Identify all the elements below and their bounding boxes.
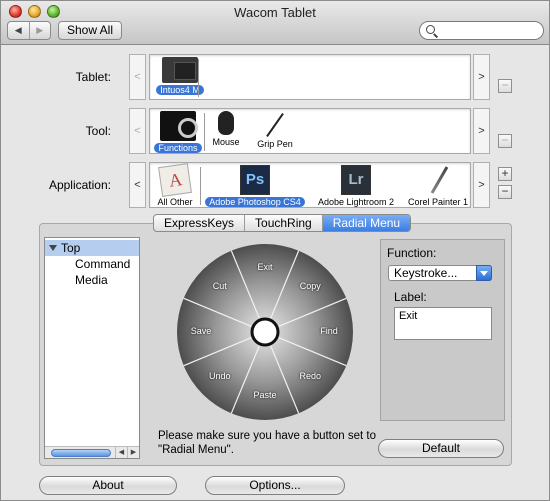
application-row-label: Application: <box>48 178 111 192</box>
forward-button[interactable]: ▶ <box>28 22 51 39</box>
application-item-photoshop[interactable]: Ps Adobe Photoshop CS4 <box>203 165 307 207</box>
tool-strip: Functions Mouse Grip Pen <box>149 108 471 154</box>
tool-item-label: Functions <box>154 143 202 153</box>
scroll-left-arrow-icon[interactable]: ◀ <box>115 447 127 458</box>
tree-item-label: Media <box>75 273 108 287</box>
application-item-label: Adobe Photoshop CS4 <box>205 197 305 207</box>
label-text-field[interactable]: Exit <box>394 307 492 340</box>
radial-segment-exit[interactable]: Exit <box>245 262 285 272</box>
tool-scroll-left-button[interactable]: < <box>129 108 146 154</box>
chevron-down-icon <box>476 265 492 281</box>
corel-painter-icon <box>425 165 451 195</box>
radial-segment-redo[interactable]: Redo <box>290 371 330 381</box>
back-forward-control: ◀ ▶ <box>7 21 51 40</box>
tool-row-label: Tool: <box>85 124 111 138</box>
photoshop-icon: Ps <box>240 165 270 195</box>
function-select-value: Keystroke... <box>394 266 458 280</box>
preferences-window: Wacom Tablet ◀ ▶ Show All Tablet: < Intu… <box>0 0 550 501</box>
tab-expresskeys[interactable]: ExpressKeys <box>154 215 246 231</box>
about-button[interactable]: About <box>39 476 177 495</box>
search-icon <box>426 25 435 34</box>
tablet-item-label: Intuos4 M <box>156 85 204 95</box>
menu-tree: Top Command Media ◀ ▶ <box>44 237 140 459</box>
window-title: Wacom Tablet <box>234 5 316 20</box>
application-item-label: Corel Painter 1 <box>408 197 469 207</box>
radial-segment-save[interactable]: Save <box>181 326 221 336</box>
tablet-scroll-right-button[interactable]: > <box>473 54 490 100</box>
radial-segment-undo[interactable]: Undo <box>200 371 240 381</box>
tool-item-label: Grip Pen <box>257 139 293 149</box>
tab-radial-menu[interactable]: Radial Menu <box>322 215 411 231</box>
application-item-corel-painter[interactable]: Corel Painter 1 <box>404 165 470 207</box>
lightroom-icon: Lr <box>341 165 371 195</box>
tablet-strip: Intuos4 M <box>149 54 471 100</box>
function-select[interactable]: Keystroke... <box>388 265 492 281</box>
application-strip: All Other Ps Adobe Photoshop CS4 Lr Adob… <box>149 162 471 208</box>
horizontal-scrollbar[interactable]: ◀ ▶ <box>45 446 139 458</box>
label-field-label: Label: <box>394 290 427 304</box>
remove-tool-button[interactable]: − <box>498 134 512 148</box>
tablet-row-label: Tablet: <box>75 70 111 84</box>
tablet-icon <box>162 57 198 83</box>
application-item-label: All Other <box>157 197 193 207</box>
radial-segment-copy[interactable]: Copy <box>290 281 330 291</box>
title-bar: Wacom Tablet ◀ ▶ Show All <box>1 1 549 45</box>
options-button[interactable]: Options... <box>205 476 345 495</box>
tool-item-mouse[interactable]: Mouse <box>206 111 246 147</box>
tab-bar: ExpressKeys TouchRing Radial Menu <box>153 214 412 232</box>
application-item-label: Adobe Lightroom 2 <box>317 197 395 207</box>
radial-menu: Exit Copy Find Redo Paste Undo Save Cut <box>174 243 356 421</box>
tree-item-media[interactable]: Media <box>45 272 139 288</box>
mouse-icon <box>218 111 234 135</box>
tool-item-label: Mouse <box>212 137 240 147</box>
add-application-button[interactable]: + <box>498 167 512 181</box>
divider <box>200 167 201 205</box>
tree-item-label: Top <box>61 241 81 255</box>
application-item-lightroom[interactable]: Lr Adobe Lightroom 2 <box>312 165 400 207</box>
radial-segment-cut[interactable]: Cut <box>200 281 240 291</box>
radial-segment-paste[interactable]: Paste <box>245 390 285 400</box>
search-input[interactable] <box>440 23 536 38</box>
pen-icon <box>261 111 289 137</box>
scrollbar-thumb[interactable] <box>51 449 111 457</box>
tool-scroll-right-button[interactable]: > <box>473 108 490 154</box>
tree-item-top[interactable]: Top <box>45 240 139 256</box>
all-other-apps-icon <box>158 163 192 197</box>
tablet-scroll-left-button[interactable]: < <box>129 54 146 100</box>
radial-menu-center[interactable] <box>250 317 280 347</box>
remove-tablet-button[interactable]: − <box>498 79 512 93</box>
radial-segment-find[interactable]: Find <box>309 326 349 336</box>
disclosure-triangle-icon[interactable] <box>49 245 57 251</box>
show-all-button[interactable]: Show All <box>58 21 122 40</box>
tool-item-functions[interactable]: Functions <box>152 111 204 153</box>
tree-item-label: Command <box>75 257 131 271</box>
back-button[interactable]: ◀ <box>8 22 29 39</box>
search-field <box>419 21 544 40</box>
function-label: Function: <box>387 246 437 260</box>
application-item-all-other[interactable]: All Other <box>153 163 197 207</box>
scroll-right-arrow-icon[interactable]: ▶ <box>127 447 139 458</box>
functions-icon <box>160 111 198 141</box>
default-button[interactable]: Default <box>378 439 504 458</box>
application-scroll-left-button[interactable]: < <box>129 162 146 208</box>
divider <box>204 113 205 151</box>
tool-item-grip-pen[interactable]: Grip Pen <box>250 111 300 149</box>
tree-item-command[interactable]: Command <box>45 256 139 272</box>
radial-menu-note: Please make sure you have a button set t… <box>158 430 376 456</box>
remove-application-button[interactable]: − <box>498 185 512 199</box>
application-scroll-right-button[interactable]: > <box>473 162 490 208</box>
tab-touchring[interactable]: TouchRing <box>245 215 323 231</box>
divider <box>198 59 199 97</box>
